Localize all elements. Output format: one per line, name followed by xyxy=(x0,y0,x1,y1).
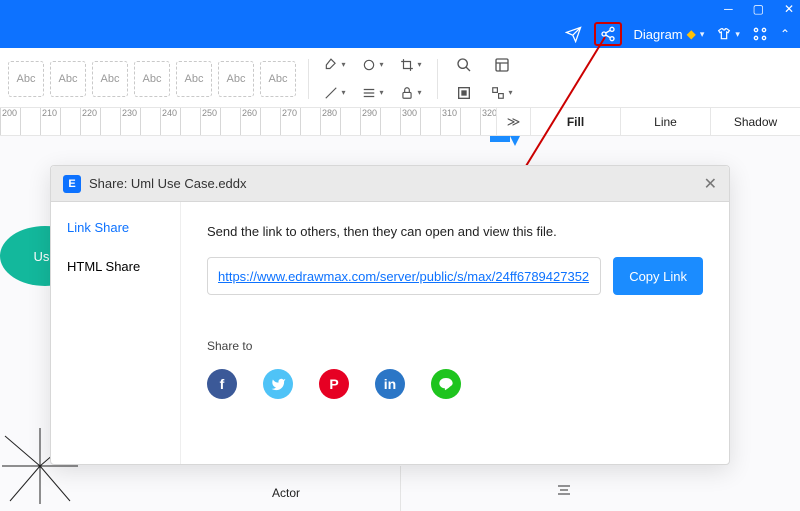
ruler-tick: 250 xyxy=(200,108,220,135)
gem-icon: ◆ xyxy=(687,27,696,41)
sidebar-item-html-share[interactable]: HTML Share xyxy=(67,259,180,274)
fill-tool[interactable] xyxy=(321,54,349,76)
dialog-sidebar: Link Share HTML Share xyxy=(51,202,181,464)
pinterest-icon[interactable]: P xyxy=(319,369,349,399)
tshirt-icon[interactable]: ▾ xyxy=(716,26,740,42)
ruler-tick: 260 xyxy=(240,108,260,135)
share-url-field[interactable]: https://www.edrawmax.com/server/public/s… xyxy=(207,257,601,295)
properties-icon[interactable] xyxy=(488,54,516,76)
facebook-icon[interactable]: f xyxy=(207,369,237,399)
share-icon[interactable] xyxy=(594,22,622,46)
ruler-tick: 310 xyxy=(440,108,460,135)
close-icon[interactable]: ✕ xyxy=(784,2,794,16)
select-icon[interactable] xyxy=(450,82,478,104)
text-style-box[interactable]: Abc xyxy=(218,61,254,97)
close-dialog-button[interactable]: ✕ xyxy=(704,174,717,194)
crop-tool[interactable] xyxy=(397,54,425,76)
maximize-icon[interactable]: ▢ xyxy=(753,2,764,16)
ruler-tick: 300 xyxy=(400,108,420,135)
text-style-box[interactable]: Abc xyxy=(8,61,44,97)
separator xyxy=(437,59,438,99)
text-style-box[interactable]: Abc xyxy=(260,61,296,97)
linkedin-icon[interactable]: in xyxy=(375,369,405,399)
text-style-box[interactable]: Abc xyxy=(50,61,86,97)
dialog-main: Send the link to others, then they can o… xyxy=(181,202,729,464)
group-icon[interactable] xyxy=(488,82,516,104)
ruler-tick: 320 xyxy=(480,108,496,135)
separator xyxy=(308,59,309,99)
subbar: 2002102202302402502602702802903003103203… xyxy=(0,108,800,136)
ruler-tick: 240 xyxy=(160,108,180,135)
toolbar: Abc Abc Abc Abc Abc Abc Abc xyxy=(0,48,800,108)
ruler-tick: 270 xyxy=(280,108,300,135)
twitter-icon[interactable] xyxy=(263,369,293,399)
share-to-label: Share to xyxy=(207,339,703,353)
share-dialog: E Share: Uml Use Case.eddx ✕ Link Share … xyxy=(50,165,730,465)
ruler: 2002102202302402502602702802903003103203… xyxy=(0,108,496,135)
text-style-box[interactable]: Abc xyxy=(134,61,170,97)
lock-tool[interactable] xyxy=(397,82,425,104)
ruler-tick: 290 xyxy=(360,108,380,135)
ruler-tick: 230 xyxy=(120,108,140,135)
pen-tool[interactable] xyxy=(321,82,349,104)
share-url-link[interactable]: https://www.edrawmax.com/server/public/s… xyxy=(218,269,589,284)
actor-label: Actor xyxy=(272,486,300,500)
chevron-up-icon[interactable]: ⌃ xyxy=(780,27,790,41)
window-controls: ─ ▢ ✕ xyxy=(724,2,794,16)
chevron-down-icon: ▾ xyxy=(700,29,705,40)
titlebar: ─ ▢ ✕ Diagram ◆ ▾ ▾ ⌃ xyxy=(0,0,800,48)
shape-tool[interactable] xyxy=(359,54,387,76)
line-style-tool[interactable] xyxy=(359,82,387,104)
ruler-tick: 220 xyxy=(80,108,100,135)
ruler-tick: 280 xyxy=(320,108,340,135)
diagram-chip[interactable]: Diagram ◆ ▾ xyxy=(634,27,705,42)
tab-shadow[interactable]: Shadow xyxy=(710,108,800,135)
minimize-icon[interactable]: ─ xyxy=(724,2,733,16)
chevron-down-icon: ▾ xyxy=(735,29,740,40)
tab-line[interactable]: Line xyxy=(620,108,710,135)
search-icon[interactable] xyxy=(450,54,478,76)
app-logo-icon: E xyxy=(63,175,81,193)
tab-fill[interactable]: Fill xyxy=(530,108,620,135)
dialog-header: E Share: Uml Use Case.eddx ✕ xyxy=(51,166,729,202)
apps-icon[interactable] xyxy=(752,26,768,42)
separator xyxy=(400,466,401,511)
copy-link-button[interactable]: Copy Link xyxy=(613,257,703,295)
align-icon[interactable] xyxy=(553,481,575,499)
ruler-tick: 210 xyxy=(40,108,60,135)
text-style-box[interactable]: Abc xyxy=(176,61,212,97)
send-icon[interactable] xyxy=(565,26,582,43)
instruction-text: Send the link to others, then they can o… xyxy=(207,224,703,239)
dialog-title: Share: Uml Use Case.eddx xyxy=(89,176,247,191)
expand-panel-button[interactable]: ≫ xyxy=(496,108,530,135)
line-icon[interactable] xyxy=(431,369,461,399)
text-style-box[interactable]: Abc xyxy=(92,61,128,97)
diagram-label: Diagram xyxy=(634,27,683,42)
ruler-tick: 200 xyxy=(0,108,20,135)
sidebar-item-link-share[interactable]: Link Share xyxy=(67,220,180,235)
social-row: f P in xyxy=(207,369,703,399)
